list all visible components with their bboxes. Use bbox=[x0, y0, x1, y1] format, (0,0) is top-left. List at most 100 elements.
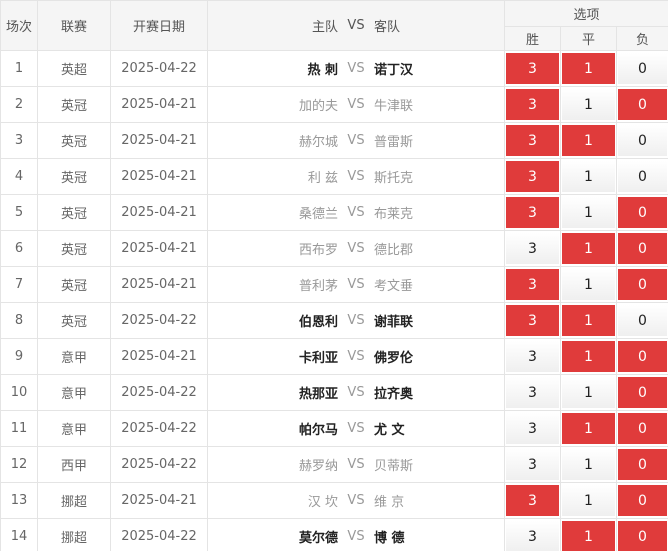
lose-option-button[interactable]: 0 bbox=[618, 521, 668, 551]
draw-option-button[interactable]: 1 bbox=[562, 53, 615, 84]
lose-cell: 0 bbox=[615, 122, 668, 159]
league-name: 英冠 bbox=[37, 158, 111, 195]
match-teams: 卡利亚 VS 佛罗伦 bbox=[207, 338, 505, 375]
home-team: 伯恩利 bbox=[298, 315, 338, 330]
draw-option-button[interactable]: 1 bbox=[562, 197, 615, 228]
draw-option-button[interactable]: 1 bbox=[562, 305, 615, 336]
win-option-button[interactable]: 3 bbox=[506, 485, 559, 516]
lose-option-button[interactable]: 0 bbox=[618, 89, 668, 120]
lose-option-button[interactable]: 0 bbox=[618, 377, 668, 408]
table-row: 3 英冠 2025-04-21 赫尔城 VS 普雷斯 3 1 0 bbox=[0, 122, 668, 159]
win-cell: 3 bbox=[504, 518, 561, 551]
home-team: 卡利亚 bbox=[298, 351, 338, 366]
lose-cell: 0 bbox=[615, 50, 668, 87]
home-team: 西布罗 bbox=[298, 243, 338, 258]
table-row: 8 英冠 2025-04-22 伯恩利 VS 谢菲联 3 1 0 bbox=[0, 302, 668, 339]
away-team: 斯托克 bbox=[374, 171, 414, 186]
lose-cell: 0 bbox=[615, 446, 668, 483]
draw-option-button[interactable]: 1 bbox=[562, 89, 615, 120]
away-team: 诺丁汉 bbox=[374, 63, 414, 78]
win-option-button[interactable]: 3 bbox=[506, 197, 559, 228]
win-option-button[interactable]: 3 bbox=[506, 233, 559, 264]
lose-option-button[interactable]: 0 bbox=[618, 233, 668, 264]
draw-option-button[interactable]: 1 bbox=[562, 161, 615, 192]
vs-label: VS bbox=[347, 97, 365, 112]
win-option-button[interactable]: 3 bbox=[506, 341, 559, 372]
draw-cell: 1 bbox=[560, 518, 617, 551]
win-option-button[interactable]: 3 bbox=[506, 125, 559, 156]
draw-cell: 1 bbox=[560, 86, 617, 123]
round-number: 6 bbox=[0, 230, 38, 267]
draw-cell: 1 bbox=[560, 446, 617, 483]
lose-option-button[interactable]: 0 bbox=[618, 341, 668, 372]
win-option-button[interactable]: 3 bbox=[506, 305, 559, 336]
match-date: 2025-04-21 bbox=[110, 482, 208, 519]
win-option-button[interactable]: 3 bbox=[506, 53, 559, 84]
win-cell: 3 bbox=[504, 50, 561, 87]
round-number: 11 bbox=[0, 410, 38, 447]
away-team: 布莱克 bbox=[374, 207, 414, 222]
draw-option-button[interactable]: 1 bbox=[562, 269, 615, 300]
lose-option-button[interactable]: 0 bbox=[618, 305, 668, 336]
match-date: 2025-04-21 bbox=[110, 86, 208, 123]
win-option-button[interactable]: 3 bbox=[506, 89, 559, 120]
lose-option-button[interactable]: 0 bbox=[618, 161, 668, 192]
round-number: 4 bbox=[0, 158, 38, 195]
league-name: 英冠 bbox=[37, 194, 111, 231]
table-row: 4 英冠 2025-04-21 利 兹 VS 斯托克 3 1 0 bbox=[0, 158, 668, 195]
match-teams: 汉 坎 VS 维 京 bbox=[207, 482, 505, 519]
away-team: 牛津联 bbox=[374, 99, 414, 114]
lose-option-button[interactable]: 0 bbox=[618, 485, 668, 516]
table-row: 12 西甲 2025-04-22 赫罗纳 VS 贝蒂斯 3 1 0 bbox=[0, 446, 668, 483]
draw-option-button[interactable]: 1 bbox=[562, 521, 615, 551]
draw-option-button[interactable]: 1 bbox=[562, 377, 615, 408]
round-number: 7 bbox=[0, 266, 38, 303]
draw-option-button[interactable]: 1 bbox=[562, 125, 615, 156]
draw-option-button[interactable]: 1 bbox=[562, 449, 615, 480]
win-cell: 3 bbox=[504, 122, 561, 159]
win-option-button[interactable]: 3 bbox=[506, 413, 559, 444]
league-name: 意甲 bbox=[37, 374, 111, 411]
draw-option-button[interactable]: 1 bbox=[562, 341, 615, 372]
win-cell: 3 bbox=[504, 410, 561, 447]
table-row: 1 英超 2025-04-22 热 刺 VS 诺丁汉 3 1 0 bbox=[0, 50, 668, 87]
win-option-button[interactable]: 3 bbox=[506, 269, 559, 300]
draw-option-button[interactable]: 1 bbox=[562, 413, 615, 444]
league-name: 英冠 bbox=[37, 230, 111, 267]
header-vs: VS bbox=[347, 18, 365, 33]
win-cell: 3 bbox=[504, 230, 561, 267]
lose-option-button[interactable]: 0 bbox=[618, 197, 668, 228]
draw-cell: 1 bbox=[560, 266, 617, 303]
win-option-button[interactable]: 3 bbox=[506, 521, 559, 551]
lose-option-button[interactable]: 0 bbox=[618, 413, 668, 444]
home-team: 赫罗纳 bbox=[298, 459, 338, 474]
match-teams: 莫尔德 VS 博 德 bbox=[207, 518, 505, 551]
lose-option-button[interactable]: 0 bbox=[618, 53, 668, 84]
vs-label: VS bbox=[347, 313, 365, 328]
lose-cell: 0 bbox=[615, 194, 668, 231]
table-row: 6 英冠 2025-04-21 西布罗 VS 德比郡 3 1 0 bbox=[0, 230, 668, 267]
lose-option-button[interactable]: 0 bbox=[618, 269, 668, 300]
lose-option-button[interactable]: 0 bbox=[618, 449, 668, 480]
draw-option-button[interactable]: 1 bbox=[562, 233, 615, 264]
home-team: 利 兹 bbox=[307, 171, 338, 186]
lose-option-button[interactable]: 0 bbox=[618, 125, 668, 156]
vs-label: VS bbox=[347, 385, 365, 400]
league-name: 挪超 bbox=[37, 482, 111, 519]
win-option-button[interactable]: 3 bbox=[506, 377, 559, 408]
round-number: 9 bbox=[0, 338, 38, 375]
table-row: 2 英冠 2025-04-21 加的夫 VS 牛津联 3 1 0 bbox=[0, 86, 668, 123]
round-number: 2 bbox=[0, 86, 38, 123]
away-team: 谢菲联 bbox=[374, 315, 414, 330]
table-row: 13 挪超 2025-04-21 汉 坎 VS 维 京 3 1 0 bbox=[0, 482, 668, 519]
win-option-button[interactable]: 3 bbox=[506, 449, 559, 480]
match-date: 2025-04-21 bbox=[110, 122, 208, 159]
away-team: 博 德 bbox=[374, 531, 405, 546]
draw-option-button[interactable]: 1 bbox=[562, 485, 615, 516]
league-name: 英冠 bbox=[37, 266, 111, 303]
draw-cell: 1 bbox=[560, 194, 617, 231]
vs-label: VS bbox=[347, 493, 365, 508]
win-cell: 3 bbox=[504, 194, 561, 231]
win-option-button[interactable]: 3 bbox=[506, 161, 559, 192]
match-teams: 伯恩利 VS 谢菲联 bbox=[207, 302, 505, 339]
